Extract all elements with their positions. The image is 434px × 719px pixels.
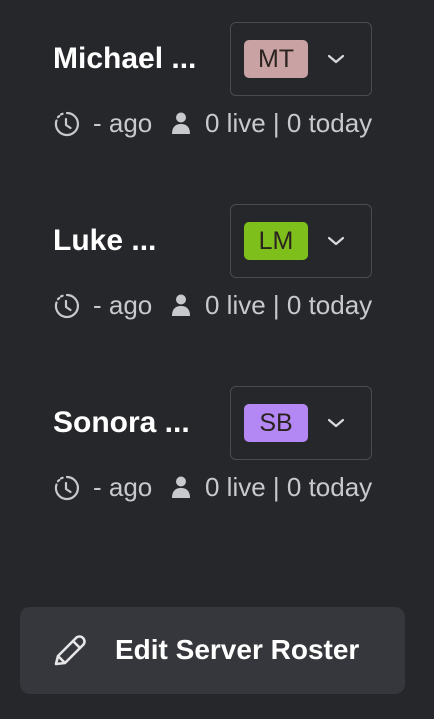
server-selector-dropdown[interactable]: LM <box>230 204 372 278</box>
server-selector-dropdown[interactable]: SB <box>230 386 372 460</box>
person-icon <box>172 294 190 316</box>
server-selector-dropdown[interactable]: MT <box>230 22 372 96</box>
pencil-icon <box>54 635 86 666</box>
person-icon <box>172 112 190 134</box>
server-initials-badge: MT <box>244 40 308 78</box>
edit-server-roster-button[interactable]: Edit Server Roster <box>20 607 405 694</box>
live-today-counts: 0 live | 0 today <box>205 472 373 502</box>
last-seen-text: - ago <box>93 472 153 502</box>
server-name: Luke ... <box>53 224 157 257</box>
last-seen-text: - ago <box>93 108 153 138</box>
server-row-luke: Luke ... LM - ago 0 live | 0 today <box>0 204 434 324</box>
live-today-counts: 0 live | 0 today <box>205 108 373 138</box>
chevron-down-icon <box>327 54 345 64</box>
last-seen-text: - ago <box>93 290 153 320</box>
clock-icon <box>54 293 79 319</box>
live-today-counts: 0 live | 0 today <box>205 290 373 320</box>
server-row-michael: Michael ... MT - ago 0 live | 0 today <box>0 22 434 142</box>
edit-button-label: Edit Server Roster <box>115 634 360 665</box>
server-name: Sonora ... <box>53 406 190 439</box>
server-row-sonora: Sonora ... SB - ago 0 live | 0 today <box>0 386 434 506</box>
clock-icon <box>54 111 79 137</box>
chevron-down-icon <box>327 418 345 428</box>
clock-icon <box>54 475 79 501</box>
server-initials-badge: LM <box>244 222 308 260</box>
person-icon <box>172 476 190 498</box>
server-initials-badge: SB <box>244 404 308 442</box>
server-name: Michael ... <box>53 42 197 75</box>
chevron-down-icon <box>327 236 345 246</box>
